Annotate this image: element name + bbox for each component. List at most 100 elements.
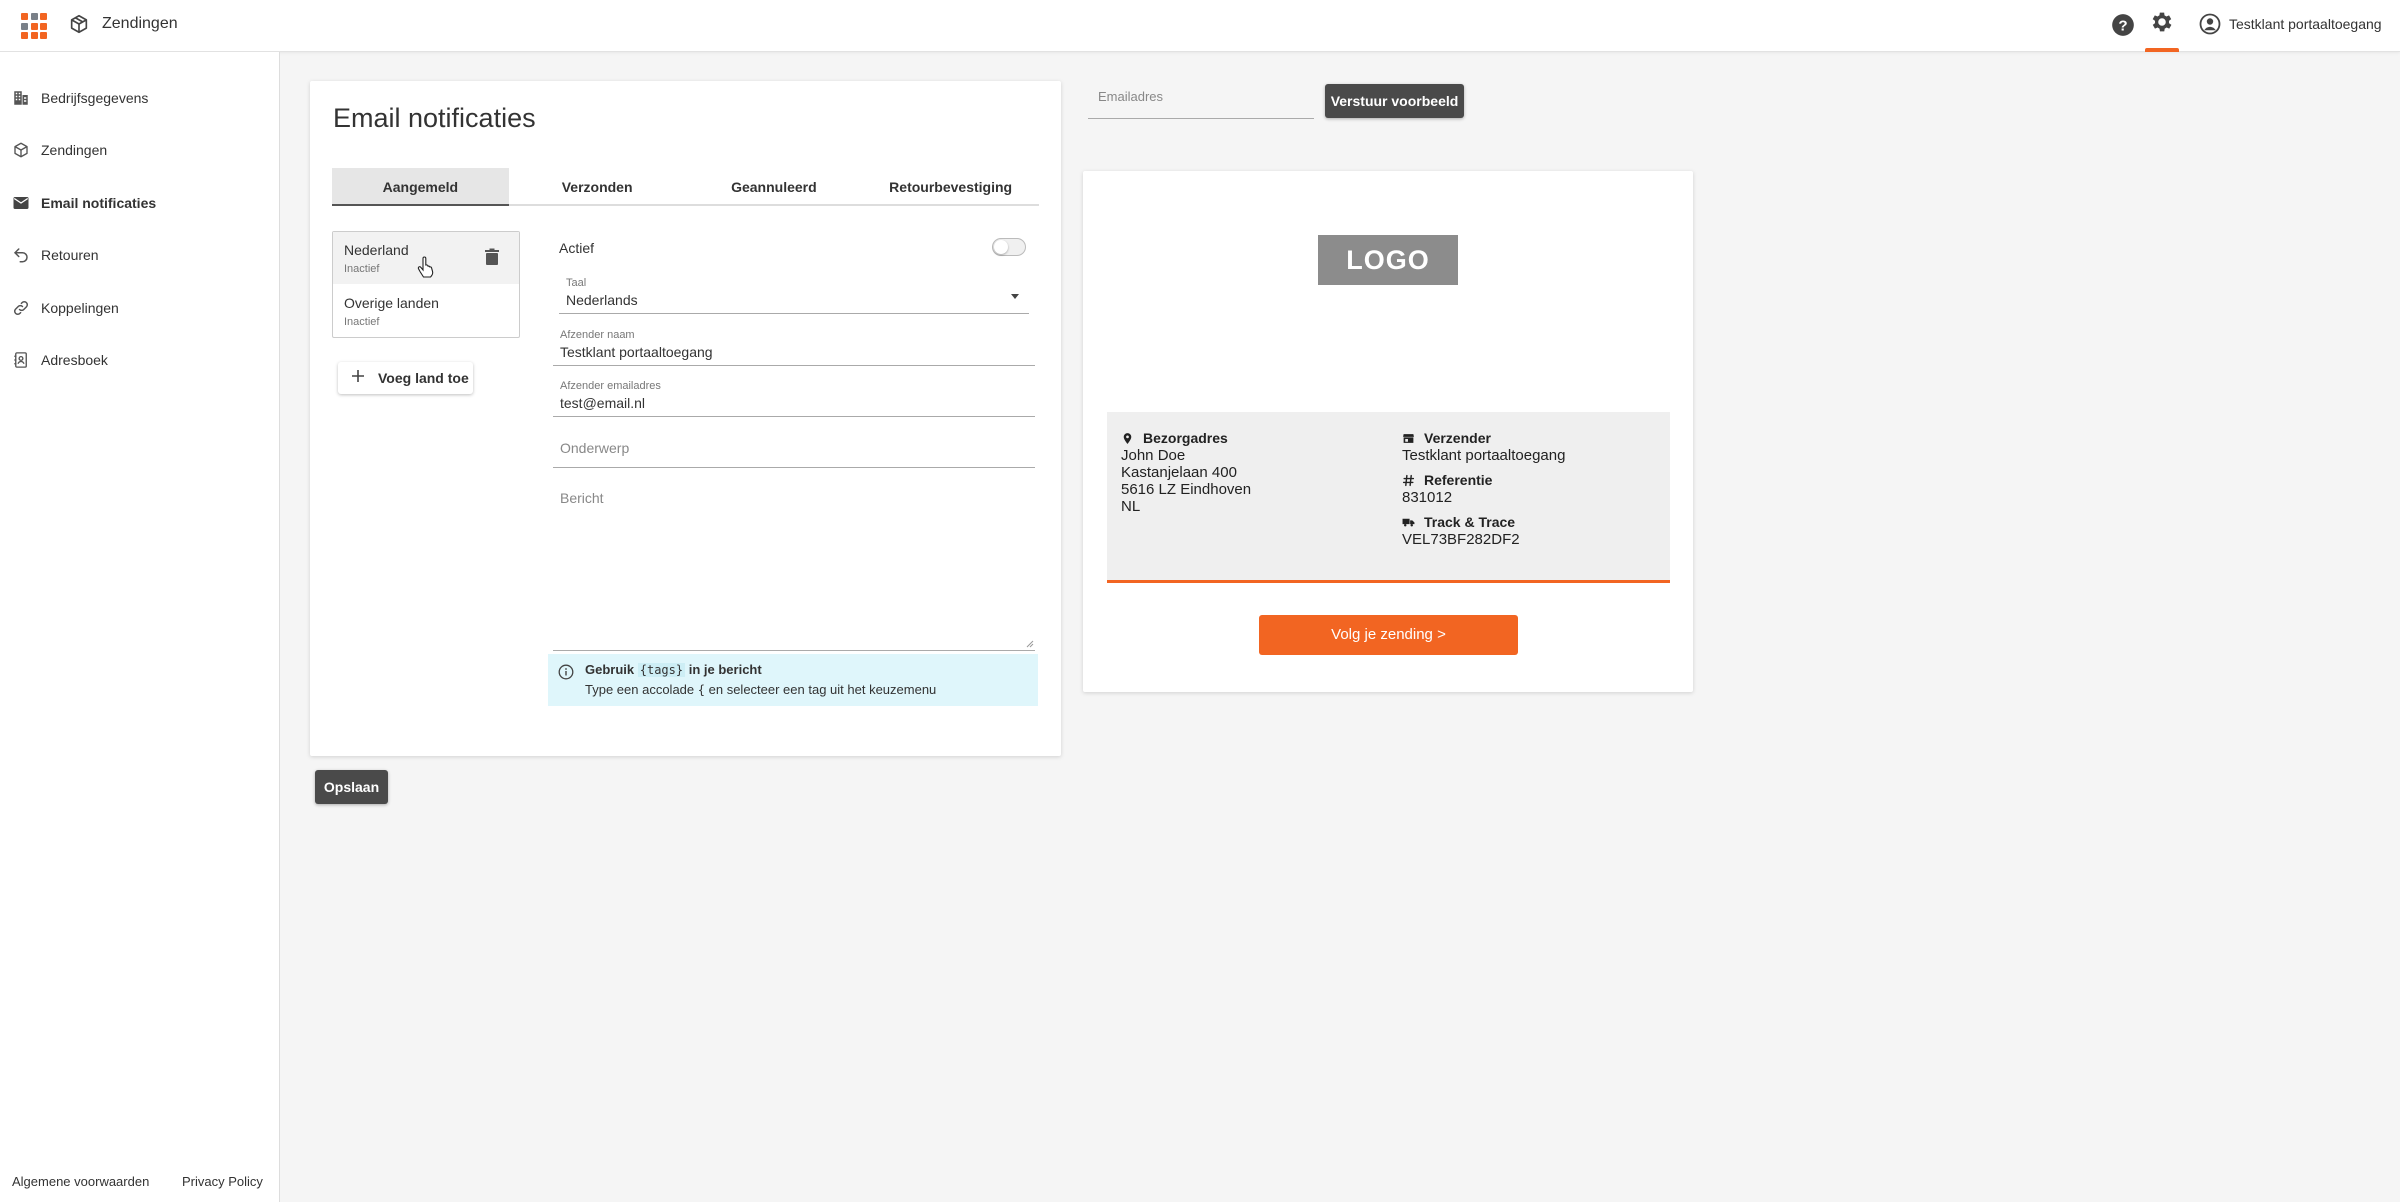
- grid-cell: [30, 32, 38, 39]
- hand-cursor-icon: [417, 256, 434, 278]
- logo-placeholder: LOGO: [1318, 235, 1458, 285]
- grid-cell: [30, 22, 38, 30]
- preview-email-input[interactable]: [1098, 89, 1298, 104]
- afzender-email-field[interactable]: Afzender emailadres test@email.nl: [553, 377, 1035, 417]
- chevron-down-icon: [1011, 294, 1019, 299]
- sidebar-item-email-notificaties[interactable]: Email notificaties: [0, 183, 279, 223]
- add-country-button[interactable]: Voeg land toe: [338, 362, 473, 394]
- info-brace-code: {: [697, 683, 705, 697]
- tab-verzonden[interactable]: Verzonden: [509, 168, 686, 204]
- sidebar-item-label: Koppelingen: [41, 300, 119, 316]
- preview-email-field[interactable]: [1088, 81, 1314, 119]
- help-icon[interactable]: ?: [2110, 12, 2136, 38]
- location-pin-icon: [1123, 433, 1132, 444]
- mail-icon: [13, 197, 29, 209]
- track-trace-label: Track & Trace: [1424, 514, 1516, 530]
- track-shipment-button[interactable]: Volg je zending >: [1259, 615, 1518, 655]
- grid-cell: [40, 32, 47, 39]
- sidebar: Bedrijfsgegevens Zendingen Email notific…: [0, 52, 280, 1202]
- info-text-pre: Type een accolade: [585, 682, 695, 697]
- grid-cell: [40, 13, 47, 20]
- bezorgadres-label: Bezorgadres: [1143, 430, 1228, 446]
- info-icon: [558, 664, 574, 680]
- top-bar: Zendingen ? Testklant portaaltoegang: [0, 0, 2400, 52]
- address-line: John Doe: [1121, 447, 1186, 464]
- send-preview-button[interactable]: Verstuur voorbeeld: [1325, 84, 1464, 118]
- privacy-link[interactable]: Privacy Policy: [182, 1174, 263, 1189]
- sidebar-item-zendingen[interactable]: Zendingen: [0, 130, 279, 170]
- tab-geannuleerd[interactable]: Geannuleerd: [686, 168, 863, 204]
- country-list: Nederland Inactief Overige landen Inacti…: [332, 231, 520, 338]
- page-title: Email notificaties: [333, 103, 536, 133]
- bezorgadres-heading: Bezorgadres: [1121, 430, 1251, 447]
- grid-cell: [30, 13, 38, 20]
- shipment-info-block: Bezorgadres John Doe Kastanjelaan 400 56…: [1107, 412, 1670, 583]
- sidebar-item-label: Email notificaties: [41, 195, 157, 211]
- status-tabs: Aangemeld Verzonden Geannuleerd Retourbe…: [332, 168, 1039, 206]
- app-grid-icon[interactable]: [21, 13, 47, 39]
- package-icon: [70, 14, 88, 34]
- email-preview-card: LOGO Bezorgadres John Doe Kastanjelaan 4…: [1083, 171, 1693, 692]
- onderwerp-field[interactable]: Onderwerp: [553, 428, 1035, 468]
- terms-link[interactable]: Algemene voorwaarden: [12, 1174, 149, 1189]
- referentie-heading: Referentie: [1402, 472, 1565, 489]
- tab-aangemeld[interactable]: Aangemeld: [332, 168, 509, 206]
- package-icon: [14, 142, 28, 158]
- info-tag-code: {tags}: [637, 663, 686, 677]
- country-name: Nederland: [344, 242, 409, 258]
- country-name: Overige landen: [344, 295, 439, 311]
- email-notifications-card: Email notificaties Aangemeld Verzonden G…: [310, 81, 1061, 756]
- resize-grip-icon[interactable]: [1026, 640, 1034, 648]
- country-status: Inactief: [344, 263, 380, 275]
- info-title-post: in je bericht: [688, 662, 762, 677]
- sidebar-item-label: Zendingen: [41, 142, 108, 158]
- track-trace-heading: Track & Trace: [1402, 514, 1565, 531]
- taal-value: Nederlands: [566, 292, 638, 308]
- settings-button[interactable]: [2145, 0, 2179, 52]
- address-line: 5616 LZ Eindhoven: [1121, 481, 1252, 498]
- active-indicator: [2145, 48, 2179, 52]
- bericht-placeholder: Bericht: [560, 490, 604, 506]
- hash-icon: [1402, 474, 1415, 487]
- track-trace-value: VEL73BF282DF2: [1402, 531, 1520, 548]
- trash-icon[interactable]: [484, 248, 500, 266]
- link-icon: [13, 300, 29, 316]
- info-text: Type een accolade { en selecteer een tag…: [585, 682, 936, 697]
- plus-icon: [352, 370, 364, 382]
- info-title-pre: Gebruik: [585, 662, 635, 677]
- sidebar-item-bedrijfsgegevens[interactable]: Bedrijfsgegevens: [0, 78, 279, 118]
- actief-toggle[interactable]: [992, 238, 1026, 256]
- address-line: NL: [1121, 498, 1141, 515]
- toggle-knob: [994, 240, 1008, 254]
- user-name[interactable]: Testklant portaaltoegang: [2229, 14, 2382, 34]
- info-title: Gebruik {tags} in je bericht: [585, 662, 762, 677]
- sidebar-item-label: Retouren: [41, 247, 99, 263]
- grid-cell: [21, 32, 28, 39]
- grid-cell: [21, 22, 28, 30]
- verzender-heading: Verzender: [1402, 430, 1565, 447]
- bericht-textarea[interactable]: Bericht: [553, 478, 1035, 651]
- actief-label: Actief: [559, 240, 595, 256]
- account-icon[interactable]: [2198, 12, 2222, 36]
- building-icon: [14, 91, 28, 105]
- save-button[interactable]: Opslaan: [315, 770, 388, 804]
- grid-cell: [40, 22, 47, 30]
- referentie-value: 831012: [1402, 489, 1453, 506]
- tab-retourbevestiging[interactable]: Retourbevestiging: [862, 168, 1039, 204]
- shipment-details-column: Verzender Testklant portaaltoegang Refer…: [1402, 430, 1565, 548]
- afzender-naam-field[interactable]: Afzender naam Testklant portaaltoegang: [553, 326, 1035, 366]
- sidebar-item-label: Bedrijfsgegevens: [41, 90, 149, 106]
- country-item-overige-landen[interactable]: Overige landen Inactief: [333, 285, 519, 337]
- taal-label: Taal: [566, 277, 587, 289]
- sidebar-item-adresboek[interactable]: Adresboek: [0, 340, 279, 380]
- return-arrow-icon: [14, 248, 28, 263]
- afzender-email-label: Afzender emailadres: [560, 380, 661, 392]
- grid-cell: [21, 13, 28, 20]
- country-item-nederland[interactable]: Nederland Inactief: [333, 232, 519, 284]
- onderwerp-placeholder: Onderwerp: [560, 440, 630, 456]
- store-icon: [1403, 434, 1414, 443]
- taal-select[interactable]: Taal Nederlands: [559, 275, 1029, 314]
- sidebar-item-retouren[interactable]: Retouren: [0, 235, 279, 275]
- country-status: Inactief: [344, 316, 380, 328]
- sidebar-item-koppelingen[interactable]: Koppelingen: [0, 288, 279, 328]
